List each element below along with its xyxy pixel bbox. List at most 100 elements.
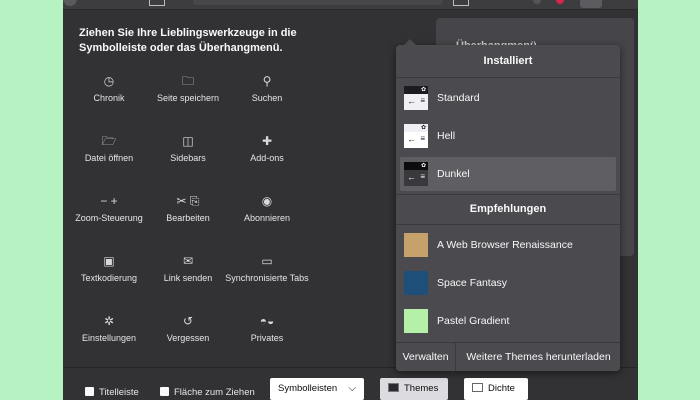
- tool-label: Synchronisierte Tabs: [225, 273, 309, 283]
- toolbar-dot-icon[interactable]: [533, 0, 541, 4]
- tool-label: Privates: [250, 333, 284, 343]
- thumb-menu-icon: ≡: [420, 172, 425, 181]
- gear-icon: ✲: [103, 314, 115, 328]
- theme-label: Dunkel: [437, 168, 470, 180]
- divider: [396, 224, 620, 225]
- chevron-down-icon: ⌵: [348, 383, 356, 394]
- tool-open-file[interactable]: 🗁 Datei öffnen: [65, 133, 153, 164]
- titlebar-checkbox[interactable]: Titelleiste: [85, 387, 139, 398]
- thumb-back-icon: ←: [407, 96, 416, 106]
- toolbar-slot[interactable]: [453, 0, 469, 6]
- theme-item[interactable]: ✿ ← ≡ Hell: [400, 119, 616, 153]
- checkbox-box[interactable]: [160, 387, 169, 396]
- divider: [396, 194, 620, 195]
- themes-button[interactable]: Themes: [380, 378, 448, 400]
- tool-sidebars[interactable]: ◫ Sidebars: [144, 133, 232, 164]
- tool-add-ons[interactable]: ✚ Add-ons: [223, 133, 311, 164]
- theme-label: A Web Browser Renaissance: [437, 239, 573, 251]
- tool-label: Bearbeiten: [166, 213, 210, 223]
- toolbar-slot[interactable]: [149, 0, 165, 6]
- palette-title: Ziehen Sie Ihre Lieblingswerkzeuge in di…: [79, 27, 297, 54]
- thumb-menu-icon: ≡: [420, 134, 425, 143]
- mail-icon: ✉: [182, 254, 194, 268]
- installed-header: Installiert: [483, 55, 533, 67]
- get-more-themes-button[interactable]: Weitere Themes herunterladen: [457, 343, 620, 371]
- thumb-star-icon: ✿: [420, 87, 426, 93]
- tool-label: Link senden: [163, 273, 213, 283]
- back-button[interactable]: [63, 0, 77, 6]
- thumb-back-icon: ←: [407, 172, 416, 182]
- pastel-gradient-theme-thumb: [404, 309, 428, 333]
- tool-label: Zoom-Steuerung: [75, 213, 143, 223]
- tool-synced-tabs[interactable]: ▭ Synchronisierte Tabs: [223, 253, 311, 284]
- default-theme-thumb: ✿ ← ≡: [404, 86, 428, 110]
- renaissance-theme-thumb: [404, 233, 428, 257]
- tool-label: Datei öffnen: [84, 153, 134, 163]
- toolbars-label: Symbolleisten: [278, 383, 338, 394]
- tool-label: Seite speichern: [156, 93, 220, 103]
- theme-icon: [388, 383, 399, 392]
- browser-toolbar: [63, 0, 638, 10]
- theme-item[interactable]: Pastel Gradient: [400, 304, 616, 338]
- customize-footer: Titelleiste Fläche zum Ziehen Symbolleis…: [63, 367, 638, 400]
- puzzle-icon: ✚: [261, 134, 273, 148]
- density-label: Dichte: [488, 383, 515, 394]
- tool-label: Einstellungen: [81, 333, 137, 343]
- synced-tabs-icon: ▭: [261, 254, 273, 268]
- thumb-menu-icon: ≡: [420, 96, 425, 105]
- divider: [396, 77, 620, 78]
- theme-item[interactable]: ✿ ← ≡ Standard: [400, 81, 616, 115]
- tool-zoom[interactable]: − + Zoom-Steuerung: [65, 193, 153, 224]
- url-bar[interactable]: [193, 0, 443, 5]
- density-button[interactable]: Dichte: [464, 378, 528, 400]
- manage-themes-button[interactable]: Verwalten: [396, 343, 456, 371]
- overflow-menu-button[interactable]: [580, 0, 602, 8]
- tool-encoding[interactable]: ▣ Textkodierung: [65, 253, 153, 284]
- mask-icon: ◓◒: [259, 314, 275, 328]
- checkbox-box[interactable]: [85, 387, 94, 396]
- tool-edit[interactable]: ✂ ⎘ Bearbeiten: [144, 193, 232, 224]
- tool-forget[interactable]: ↺ Vergessen: [144, 313, 232, 344]
- forget-icon: ↺: [182, 314, 194, 328]
- themes-footer: Verwalten Weitere Themes herunterladen: [396, 342, 620, 371]
- recommended-header: Empfehlungen: [469, 203, 547, 215]
- drag-space-label: Fläche zum Ziehen: [174, 387, 255, 398]
- rss-icon: ◉: [261, 194, 273, 208]
- edit-icon: ✂ ⎘: [176, 194, 200, 208]
- theme-item[interactable]: ✿ ← ≡ Dunkel: [400, 157, 616, 191]
- theme-label: Hell: [437, 130, 456, 142]
- drag-space-checkbox[interactable]: Fläche zum Ziehen: [160, 387, 255, 398]
- zoom-icon: − +: [100, 194, 118, 208]
- text-encoding-icon: ▣: [103, 254, 115, 268]
- sidebar-icon: ◫: [182, 134, 194, 148]
- tool-label: Sidebars: [170, 153, 206, 163]
- theme-item[interactable]: Space Fantasy: [400, 266, 616, 300]
- search-icon: ⚲: [262, 74, 272, 88]
- themes-label: Themes: [404, 383, 439, 394]
- theme-label: Standard: [437, 92, 480, 104]
- tool-search[interactable]: ⚲ Suchen: [223, 73, 311, 104]
- thumb-star-icon: ✿: [420, 125, 426, 131]
- themes-popup: Installiert ✿ ← ≡ Standard ✿ ← ≡ Hell ✿ ← ≡ Dunkel …: [396, 39, 620, 371]
- record-dot-icon[interactable]: [556, 0, 564, 4]
- tool-preferences[interactable]: ✲ Einstellungen: [65, 313, 153, 344]
- tool-history[interactable]: ◷ Chronik: [65, 73, 153, 104]
- tool-label: Add-ons: [250, 153, 284, 163]
- theme-label: Pastel Gradient: [437, 315, 510, 327]
- tool-save-page[interactable]: 🗀 Seite speichern: [144, 73, 232, 104]
- tool-subscribe[interactable]: ◉ Abonnieren: [223, 193, 311, 224]
- save-page-icon: 🗀: [181, 74, 194, 88]
- theme-label: Space Fantasy: [437, 277, 508, 289]
- tool-label: Chronik: [93, 93, 125, 103]
- dark-theme-thumb: ✿ ← ≡: [404, 162, 428, 186]
- tool-label: Vergessen: [166, 333, 210, 343]
- tool-send-link[interactable]: ✉ Link senden: [144, 253, 232, 284]
- thumb-star-icon: ✿: [420, 163, 426, 169]
- theme-item[interactable]: A Web Browser Renaissance: [400, 228, 616, 262]
- tool-private[interactable]: ◓◒ Privates: [223, 313, 311, 344]
- light-theme-thumb: ✿ ← ≡: [404, 124, 428, 148]
- thumb-back-icon: ←: [407, 134, 416, 144]
- clock-icon: ◷: [103, 74, 115, 88]
- toolbars-dropdown[interactable]: Symbolleisten ⌵: [270, 378, 364, 400]
- tool-label: Textkodierung: [80, 273, 138, 283]
